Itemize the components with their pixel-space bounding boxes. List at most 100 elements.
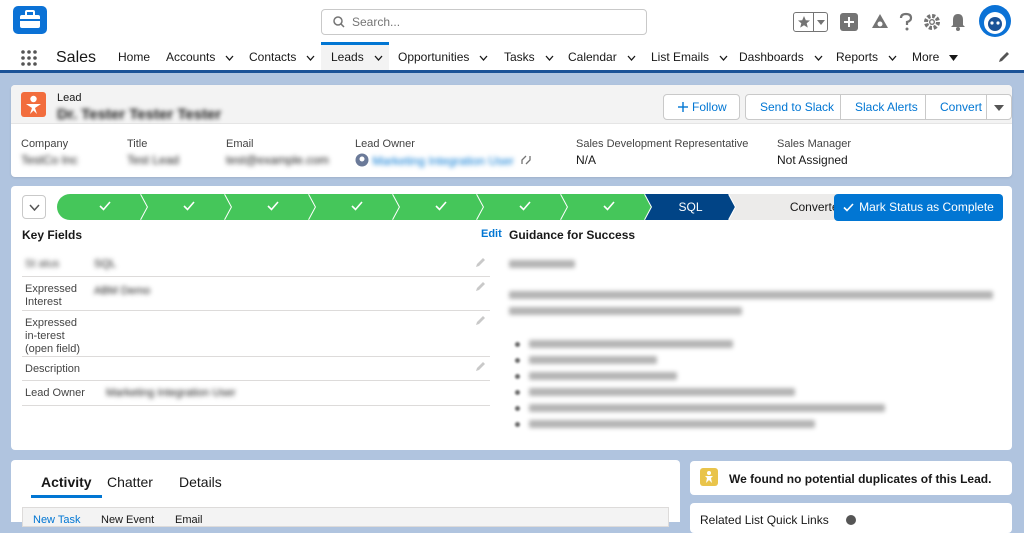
app-navigation: Sales Home Accounts Contacts Leads Oppor… bbox=[0, 42, 1024, 73]
nav-item-label: Contacts bbox=[249, 50, 297, 64]
change-owner-icon[interactable] bbox=[521, 155, 531, 165]
nav-item-home[interactable]: Home bbox=[118, 42, 150, 70]
guidance-bullet bbox=[515, 342, 520, 347]
chevron-down-icon[interactable] bbox=[814, 55, 823, 61]
user-avatar[interactable] bbox=[979, 5, 1011, 37]
nav-item-accounts[interactable]: Accounts bbox=[166, 42, 234, 70]
edit-pencil-icon[interactable] bbox=[475, 257, 486, 268]
nav-item-label: Reports bbox=[836, 50, 879, 64]
nav-item-dashboards[interactable]: Dashboards bbox=[739, 42, 823, 70]
chevron-down-icon[interactable] bbox=[719, 55, 728, 61]
path-stage-1[interactable] bbox=[57, 194, 148, 220]
subtab-new-event[interactable]: New Event bbox=[101, 514, 154, 526]
record-header-top: Lead Dr. Tester Tester Tester Follow Sen… bbox=[11, 85, 1012, 124]
convert-button[interactable]: Convert bbox=[925, 94, 987, 120]
path-stage-2[interactable] bbox=[141, 194, 232, 220]
send-to-slack-button[interactable]: Send to Slack bbox=[745, 94, 841, 120]
mark-status-complete-button[interactable]: Mark Status as Complete bbox=[834, 194, 1003, 221]
help-icon[interactable] bbox=[899, 12, 913, 32]
edit-pencil-icon[interactable] bbox=[475, 361, 486, 372]
nav-item-leads[interactable]: Leads bbox=[321, 42, 389, 70]
related-list-quick-links: Related List Quick Links bbox=[690, 503, 1012, 533]
tab-activity[interactable]: Activity bbox=[31, 474, 102, 498]
caret-down-icon[interactable] bbox=[949, 55, 959, 61]
path-stage-4[interactable] bbox=[309, 194, 400, 220]
slack-alerts-button[interactable]: Slack Alerts bbox=[840, 94, 926, 120]
favorites-button[interactable] bbox=[793, 12, 828, 32]
chevron-down-icon[interactable] bbox=[306, 55, 315, 61]
app-logo[interactable] bbox=[13, 6, 47, 34]
chevron-down-icon bbox=[817, 20, 825, 25]
path-stage-6[interactable] bbox=[477, 194, 568, 220]
global-search[interactable] bbox=[321, 9, 647, 35]
star-icon bbox=[798, 16, 810, 28]
nav-item-reports[interactable]: Reports bbox=[836, 42, 897, 70]
app-launcher-icon[interactable] bbox=[21, 50, 37, 66]
path-stage-sql[interactable]: SQL bbox=[645, 194, 736, 220]
app-name: Sales bbox=[56, 49, 97, 66]
chevron-down-icon[interactable] bbox=[225, 55, 234, 61]
nav-item-opportunities[interactable]: Opportunities bbox=[398, 42, 488, 70]
nav-item-more[interactable]: More bbox=[912, 42, 959, 70]
trailhead-icon[interactable] bbox=[871, 12, 889, 32]
chevron-down-icon[interactable] bbox=[479, 55, 488, 61]
guidance-text-line bbox=[509, 307, 742, 315]
record-object-type: Lead bbox=[57, 92, 82, 104]
check-icon bbox=[183, 201, 195, 211]
key-field-expressed-interest: Expressed Interest ABM Demo bbox=[22, 277, 490, 311]
field-value: N/A bbox=[576, 153, 597, 167]
more-actions-button[interactable] bbox=[986, 94, 1012, 120]
setup-gear-icon[interactable] bbox=[923, 12, 941, 32]
path-stage-7[interactable] bbox=[561, 194, 652, 220]
edit-nav-pencil-icon[interactable] bbox=[998, 51, 1010, 63]
guidance-bullet bbox=[515, 406, 520, 411]
chevron-down-icon[interactable] bbox=[888, 55, 897, 61]
tab-details[interactable]: Details bbox=[179, 474, 222, 498]
field-label: Lead Owner bbox=[355, 138, 415, 150]
path-collapse-toggle[interactable] bbox=[22, 195, 46, 219]
nav-item-list-emails[interactable]: List Emails bbox=[651, 42, 728, 70]
key-field-label: Expressed Interest bbox=[25, 283, 77, 308]
key-field-value: SQL bbox=[94, 258, 117, 270]
slack-alerts-label: Slack Alerts bbox=[855, 100, 918, 114]
search-icon bbox=[333, 16, 345, 28]
field-sdr: Sales Development Representative N/A bbox=[576, 138, 748, 167]
astro-avatar-icon bbox=[984, 12, 1006, 34]
info-icon[interactable] bbox=[846, 515, 856, 525]
key-field-owner-link[interactable]: Marketing Integration User bbox=[106, 387, 236, 399]
record-actions: Send to Slack Slack Alerts Convert bbox=[745, 94, 1012, 120]
chevron-down-icon[interactable] bbox=[545, 55, 554, 61]
follow-button[interactable]: Follow bbox=[663, 94, 740, 120]
guidance-text-line bbox=[529, 388, 795, 396]
subtab-email[interactable]: Email bbox=[175, 514, 203, 526]
tab-chatter[interactable]: Chatter bbox=[107, 474, 153, 498]
subtab-new-task[interactable]: New Task bbox=[33, 514, 80, 526]
field-label: Email bbox=[226, 138, 254, 150]
chevron-down-icon[interactable] bbox=[627, 55, 636, 61]
key-field-label: Description bbox=[25, 363, 81, 375]
field-value: Not Assigned bbox=[777, 153, 848, 167]
activity-card: Activity Chatter Details New Task New Ev… bbox=[11, 460, 680, 527]
nav-item-contacts[interactable]: Contacts bbox=[249, 42, 315, 70]
check-icon bbox=[519, 201, 531, 211]
key-fields-edit-link[interactable]: Edit bbox=[481, 228, 502, 240]
path-stage-5[interactable] bbox=[393, 194, 484, 220]
field-value: TestCo Inc bbox=[21, 153, 78, 167]
edit-pencil-icon[interactable] bbox=[475, 315, 486, 326]
notifications-bell-icon[interactable] bbox=[950, 12, 966, 32]
chevron-down-icon[interactable] bbox=[374, 55, 383, 61]
nav-item-label: Dashboards bbox=[739, 50, 804, 64]
lead-owner-link[interactable]: Marketing Integration User bbox=[372, 154, 513, 168]
duplicate-rule-icon bbox=[700, 468, 718, 486]
email-link[interactable]: test@example.com bbox=[226, 153, 329, 167]
edit-pencil-icon[interactable] bbox=[475, 281, 486, 292]
guidance-text-line bbox=[509, 260, 575, 268]
lead-icon bbox=[21, 92, 46, 117]
path-stage-3[interactable] bbox=[225, 194, 316, 220]
nav-item-calendar[interactable]: Calendar bbox=[568, 42, 636, 70]
lead-person-star-icon bbox=[26, 95, 41, 114]
search-input[interactable] bbox=[352, 14, 632, 30]
field-label: Sales Development Representative bbox=[576, 138, 749, 150]
add-icon[interactable] bbox=[840, 12, 858, 32]
nav-item-tasks[interactable]: Tasks bbox=[504, 42, 554, 70]
